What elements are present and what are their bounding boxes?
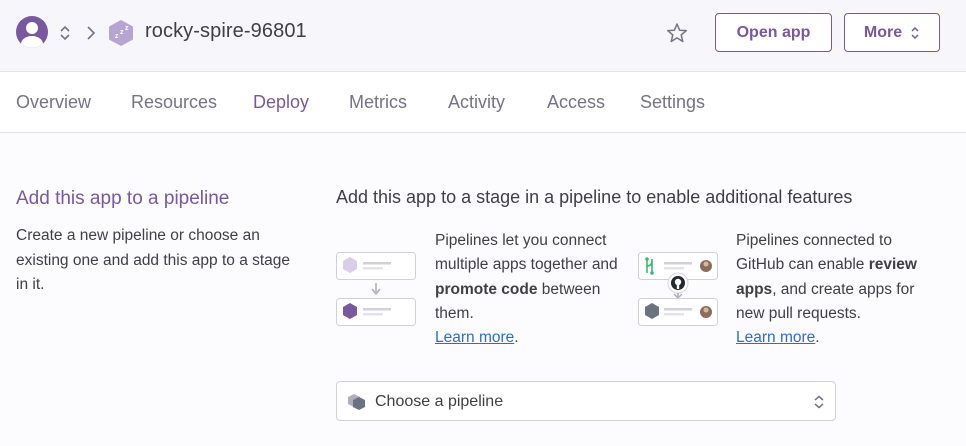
tab-metrics[interactable]: Metrics [349, 92, 407, 113]
open-app-button[interactable]: Open app [715, 13, 832, 52]
learn-more-review-link[interactable]: Learn more [736, 329, 815, 346]
choose-pipeline-label: Choose a pipeline [375, 393, 504, 410]
more-button[interactable]: More [844, 13, 940, 52]
pipeline-section-title: Add this app to a pipeline [16, 188, 230, 209]
feature-promote-suffix: . [514, 329, 519, 347]
pipeline-promote-illustration [336, 252, 416, 326]
chevron-right-icon [87, 26, 96, 40]
feature-review-suffix: . [815, 329, 820, 347]
sleeping-app-icon: z z z [109, 20, 133, 46]
feature-promote-text-a: Pipelines let you connect multiple apps … [435, 232, 618, 274]
tab-settings[interactable]: Settings [640, 92, 705, 113]
chevron-updown-icon [911, 26, 919, 39]
tab-access[interactable]: Access [547, 92, 605, 113]
chevron-updown-icon [814, 395, 824, 409]
svg-text:z: z [125, 25, 129, 32]
more-label: More [863, 23, 903, 41]
pipeline-feature-promote: Pipelines let you connect multiple apps … [435, 229, 620, 350]
learn-more-promote-link[interactable]: Learn more [435, 329, 514, 346]
chevron-updown-icon[interactable] [58, 24, 72, 42]
pipeline-section-description: Create a new pipeline or choose an exist… [16, 227, 291, 293]
feature-promote-bold: promote code [435, 280, 538, 298]
choose-pipeline-select[interactable]: Choose a pipeline [336, 381, 836, 421]
tab-deploy[interactable]: Deploy [253, 92, 309, 113]
pipeline-github-illustration [638, 252, 718, 326]
tab-activity[interactable]: Activity [448, 92, 505, 113]
svg-text:z: z [120, 29, 124, 36]
tab-resources[interactable]: Resources [131, 92, 217, 113]
stage-heading: Add this app to a stage in a pipeline to… [336, 187, 853, 207]
pipeline-feature-review-apps: Pipelines connected to GitHub can enable… [736, 229, 936, 350]
app-tabs: Overview Resources Deploy Metrics Activi… [0, 72, 966, 133]
tab-overview[interactable]: Overview [16, 92, 91, 113]
open-app-label: Open app [736, 23, 811, 41]
app-header: z z z rocky-spire-96801 Open app More [0, 0, 966, 72]
github-icon [667, 272, 689, 294]
deploy-pipeline-section: Add this app to a pipeline Create a new … [0, 134, 966, 446]
pipeline-hexagon-icon [348, 394, 365, 410]
app-name: rocky-spire-96801 [145, 20, 307, 42]
user-avatar-icon[interactable] [16, 16, 48, 48]
star-icon[interactable] [666, 22, 688, 44]
svg-text:z: z [115, 33, 119, 40]
